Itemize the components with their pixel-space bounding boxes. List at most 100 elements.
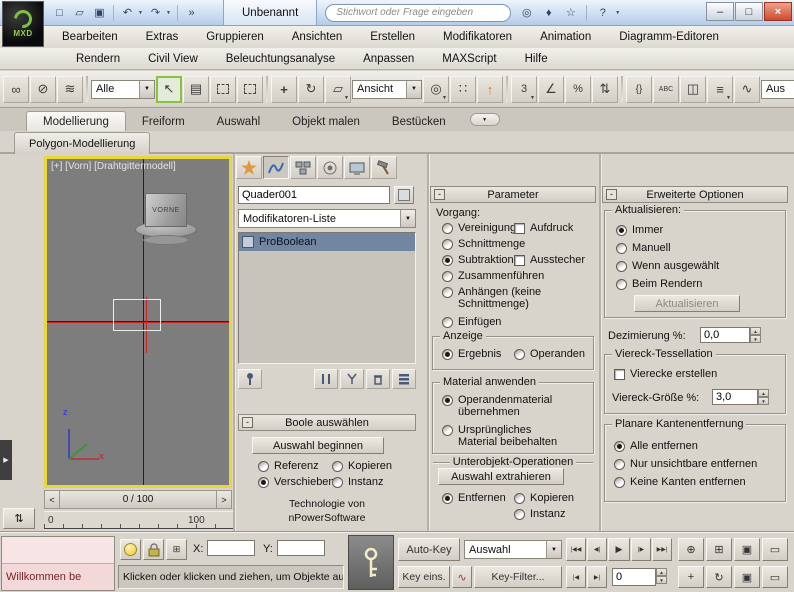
radio-urspruengliches-material[interactable]: Ursprüngliches Material beibehalten [442,424,562,448]
communication-center-icon[interactable]: ♦ [539,4,558,22]
tab-bestuecken[interactable]: Bestücken [376,112,462,131]
radio-wenn-ausgewaehlt[interactable]: Wenn ausgewählt [616,260,719,272]
menu-bearbeiten[interactable]: Bearbeiten [48,26,132,48]
collapse-icon[interactable]: - [434,189,445,200]
edit-named-selection-sets-button[interactable]: {} [626,75,652,103]
object-name-field[interactable] [238,186,390,204]
zoom-button[interactable]: ⊕ [678,538,704,561]
pan-view-button[interactable]: + [678,566,704,588]
rollout-boole-auswaehlen[interactable]: - Boole auswählen [238,414,416,431]
menu-anpassen[interactable]: Anpassen [349,48,428,69]
radio-verschieben[interactable]: Verschieben [258,476,335,488]
tab-freiform[interactable]: Freiform [126,112,201,131]
play-animation-button[interactable]: ▶ [608,538,630,561]
menu-diagramm-editoren[interactable]: Diagramm-Editoren [605,26,733,48]
spinner-up-icon[interactable]: ▲ [656,568,667,576]
maximize-button[interactable]: □ [735,2,763,21]
quad-size-spinner[interactable]: ▲ ▼ [758,389,769,405]
spinner-snap-button[interactable]: ⇅ [592,75,618,103]
make-unique-button[interactable] [340,369,364,389]
select-and-link-button[interactable]: ∞ [3,75,29,103]
rename-objects-button[interactable]: ABC [653,75,679,103]
unlink-selection-button[interactable]: ⊘ [30,75,56,103]
rollout-parameter[interactable]: - Parameter [430,186,596,203]
listener-output-pane[interactable]: Willkommen be [2,564,114,590]
spinner-up-icon[interactable]: ▲ [750,327,761,335]
crossing-selection-button[interactable] [237,75,263,103]
isolate-selection-button[interactable] [120,539,141,560]
keyboard-shortcut-override-button[interactable]: ↑ [477,75,503,103]
tab-modellierung[interactable]: Modellierung [26,111,126,131]
ribbon-minimize-button[interactable]: ▼ [469,113,500,126]
set-key-mode-button[interactable]: Key eins. [398,566,450,588]
go-to-start-button[interactable]: |◀◀ [566,538,586,561]
modifier-stack-row-proboolean[interactable]: ProBoolean [239,233,415,251]
time-step-back-button[interactable]: < [45,491,60,508]
menu-hilfe[interactable]: Hilfe [511,48,562,69]
update-button[interactable]: Aktualisieren [634,295,740,312]
radio-immer[interactable]: Immer [616,224,663,236]
selection-filter-combo[interactable]: Alle ▼ [91,79,155,99]
extract-selection-button[interactable]: Auswahl extrahieren [438,468,564,485]
favorites-star-icon[interactable]: ☆ [561,4,580,22]
radio-anhaengen[interactable]: Anhängen (keine Schnittmenge) [442,286,562,310]
menu-erstellen[interactable]: Erstellen [356,26,429,48]
snap-toggle-3d-button[interactable]: 3 ▼ [511,75,537,103]
checkbox-vierecke-erstellen[interactable]: Vierecke erstellen [614,368,717,380]
open-file-button[interactable]: ▱ [70,4,89,22]
curve-editor-button[interactable]: ∿ [734,75,760,103]
radio-operandenmaterial[interactable]: Operandenmaterial übernehmen [442,394,562,418]
spinner-up-icon[interactable]: ▲ [758,389,769,397]
reference-coordinate-combo[interactable]: Ansicht ▼ [352,79,422,99]
align-button[interactable]: ≡ ▼ [707,75,733,103]
rect-selection-region-button[interactable] [210,75,236,103]
time-slider-thumb[interactable]: 0 / 100 [60,491,216,508]
use-pivot-center-button[interactable]: ◎ ▼ [423,75,449,103]
radio-einfuegen[interactable]: Einfügen [442,316,501,328]
chevron-down-icon[interactable]: ▼ [139,80,154,98]
time-step-forward-button[interactable]: > [216,491,231,508]
orbit-view-button[interactable]: ↻ [706,566,732,588]
track-bar[interactable]: 0 100 [44,511,234,531]
zoom-all-button[interactable]: ⊞ [706,538,732,561]
y-coordinate-field[interactable] [277,540,325,556]
default-in-out-tangents-button[interactable]: ∿ [452,566,472,588]
quad-size-field[interactable] [712,389,758,405]
radio-kopieren-subobj[interactable]: Kopieren [514,492,574,504]
menu-civil-view[interactable]: Civil View [134,48,212,69]
radio-zusammenfuehren[interactable]: Zusammenführen [442,270,544,282]
next-key-button[interactable]: ▶| [587,566,607,588]
current-frame-spinner[interactable]: ▲ ▼ [656,568,667,584]
set-keys-button[interactable] [348,535,394,590]
radio-instanz-subobj[interactable]: Instanz [514,508,565,520]
menu-rendern[interactable]: Rendern [62,48,134,69]
collapse-icon[interactable]: - [242,417,253,428]
save-file-button[interactable]: ▣ [90,4,109,22]
search-input[interactable] [325,3,512,22]
tab-modify[interactable] [263,156,289,179]
radio-entfernen[interactable]: Entfernen [442,492,506,504]
radio-subtraktion[interactable]: Subtraktion [442,254,514,266]
undo-dropdown-icon[interactable]: ▼ [138,10,145,16]
undo-button[interactable]: ↶ [118,4,137,22]
menu-animation[interactable]: Animation [526,26,605,48]
menu-modifikatoren[interactable]: Modifikatoren [429,26,526,48]
modifier-list-combo[interactable]: Modifikatoren-Liste ▼ [238,209,416,228]
minimize-button[interactable]: – [706,2,734,21]
previous-key-button[interactable]: |◀ [566,566,586,588]
radio-instanz-boole[interactable]: Instanz [332,476,383,488]
bind-to-spacewarp-button[interactable]: ≋ [57,75,83,103]
maxscript-mini-listener[interactable]: Willkommen be [1,536,115,591]
tab-motion[interactable] [317,156,343,179]
spinner-down-icon[interactable]: ▼ [656,576,667,584]
named-selection-combo[interactable]: Aus [761,79,794,99]
x-coordinate-field[interactable] [207,540,255,556]
tab-hierarchy[interactable] [290,156,316,179]
radio-kopieren-boole[interactable]: Kopieren [332,460,392,472]
close-button[interactable]: × [764,2,792,21]
current-frame-field[interactable] [612,568,656,586]
select-and-manipulate-button[interactable]: ∷ [450,75,476,103]
radio-schnittmenge[interactable]: Schnittmenge [442,238,525,250]
menu-gruppieren[interactable]: Gruppieren [192,26,278,48]
zoom-region-button[interactable]: ▭ [762,538,788,561]
